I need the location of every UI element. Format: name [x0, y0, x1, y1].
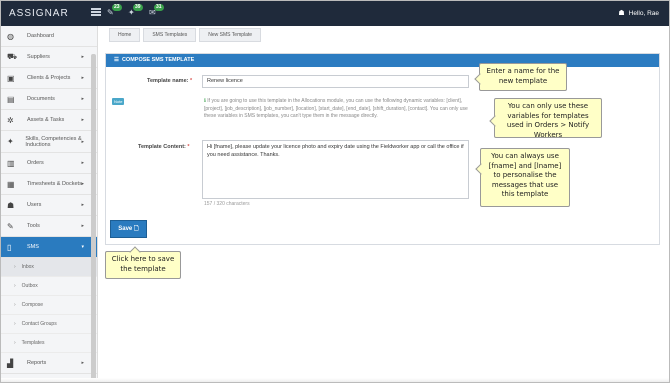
briefcase-icon: ▣ — [7, 73, 15, 83]
chevron-right-icon: ▸ — [81, 360, 84, 366]
callout-variables: You can only use these variables for tem… — [494, 98, 602, 139]
sidebar-item-label: Clients & Projects — [27, 75, 71, 81]
sidebar-item-skills-competencies-inductions[interactable]: ✦ Skills, Competencies & Inductions ▸ — [1, 131, 97, 153]
chevron-icon: ▸ — [81, 202, 84, 208]
wrench-icon: ✎ — [7, 221, 14, 231]
sidebar-item-orders[interactable]: ▥ Orders ▸ — [1, 153, 97, 174]
screen: ASSIGNAR ✎ 23 ✦ 39 ✉ 31 ☗ Hello, Rae ◍ Dashbo… — [0, 0, 670, 383]
sidebar: ◍ Dashboard ⛟ Suppliers ▸ ▣ Clients & Projects… — [1, 26, 98, 382]
truck-icon: ⛟ — [7, 52, 18, 61]
template-content-label: Template Content: * — [138, 144, 190, 150]
notification-badge: 23 — [112, 4, 122, 11]
breadcrumb-home[interactable]: Home — [109, 28, 141, 42]
sidebar-item-dashboard[interactable]: ◍ Dashboard — [1, 26, 97, 47]
chevron-icon: ▸ — [81, 223, 84, 229]
sidebar-subitem-compose[interactable]: Compose — [1, 296, 97, 315]
callout-template-name: Enter a name for the new template — [479, 63, 567, 91]
sidebar-item-label: Suppliers — [27, 54, 50, 60]
chevron-icon: ▸ — [81, 138, 84, 145]
window-bottom-edge — [1, 378, 669, 382]
user-greeting: Hello, Rae — [628, 10, 659, 17]
user-menu[interactable]: ☗ Hello, Rae — [618, 9, 659, 17]
variables-help-text: ℹ If you are going to use this template … — [204, 98, 468, 119]
sidebar-item-label: Orders — [27, 160, 44, 166]
sidebar-item-suppliers[interactable]: ⛟ Suppliers ▸ — [1, 47, 97, 68]
callout-save: Click here to save the template — [105, 251, 181, 279]
top-navbar: ASSIGNAR ✎ 23 ✦ 39 ✉ 31 ☗ Hello, Rae — [1, 1, 669, 26]
sidebar-item-documents[interactable]: ▤ Documents ▸ — [1, 89, 97, 110]
sidebar-scrollbar[interactable] — [91, 54, 96, 382]
sidebar-item-reports[interactable]: ▟ Reports ▸ — [1, 353, 97, 374]
callout-fname-lname: You can always use [fname] and [lname] t… — [480, 148, 570, 207]
orders-icon: ▥ — [7, 158, 15, 168]
panel-title: COMPOSE SMS TEMPLATE — [121, 57, 195, 63]
document-icon: ▤ — [7, 94, 15, 104]
chart-icon: ▟ — [7, 358, 14, 368]
list-icon: ☰ — [114, 57, 119, 63]
breadcrumb-new-sms-template: New SMS Template — [199, 28, 262, 42]
sidebar-item-label: Tools — [27, 223, 40, 229]
breadcrumb: Home SMS Templates New SMS Template — [109, 28, 264, 42]
chevron-icon: ▸ — [81, 160, 84, 166]
messages-badge: 31 — [154, 4, 164, 11]
chevron-icon: ▸ — [81, 96, 84, 102]
sidebar-item-label: Reports — [27, 360, 47, 366]
cogs-icon: ✲ — [7, 115, 14, 125]
sidebar-item-label: Assets & Tasks — [27, 117, 65, 123]
template-content-textarea[interactable]: Hi [fname], please update your licence p… — [202, 140, 469, 199]
character-counter: 157 / 320 characters — [204, 201, 250, 207]
sidebar-subitem-contact-groups[interactable]: Contact Groups — [1, 315, 97, 334]
sidebar-item-label: Skills, Competencies & Inductions — [25, 135, 82, 148]
chevron-icon: ▸ — [81, 75, 84, 81]
sidebar-item-tools[interactable]: ✎ Tools ▸ — [1, 216, 97, 237]
sidebar-item-clients-projects[interactable]: ▣ Clients & Projects ▸ — [1, 68, 97, 89]
certificate-icon: ✦ — [7, 137, 14, 146]
table-icon: ▦ — [7, 179, 15, 189]
chevron-icon: ▸ — [81, 181, 84, 187]
sidebar-item-label: SMS — [27, 244, 39, 250]
sidebar-item-timesheets-dockets[interactable]: ▦ Timesheets & Dockets ▸ — [1, 174, 97, 195]
messages-icon[interactable]: ✉ 31 — [149, 4, 164, 17]
sidebar-item-label: Documents — [27, 96, 55, 102]
note-badge: Note — [112, 98, 125, 105]
sidebar-subitem-templates[interactable]: Templates — [1, 334, 97, 353]
chevron-icon: ▸ — [81, 54, 84, 60]
notifications-icon[interactable]: ✎ 23 — [107, 4, 122, 17]
user-icon: ☗ — [618, 10, 625, 17]
menu-toggle-icon[interactable] — [91, 8, 101, 16]
sidebar-subitem-inbox[interactable]: Inbox — [1, 258, 97, 277]
mobile-icon: ▯ — [7, 242, 12, 252]
tasks-icon[interactable]: ✦ 39 — [128, 4, 143, 17]
chevron-icon: ▸ — [81, 117, 84, 123]
tasks-badge: 39 — [133, 4, 143, 11]
breadcrumb-sms-templates[interactable]: SMS Templates — [143, 28, 197, 42]
sidebar-item-label: Users — [27, 202, 42, 208]
chevron-icon: ▾ — [81, 244, 84, 250]
sidebar-item-label: Timesheets & Dockets — [27, 181, 82, 187]
sidebar-item-users[interactable]: ☗ Users ▸ — [1, 195, 97, 216]
sidebar-item-assets-tasks[interactable]: ✲ Assets & Tasks ▸ — [1, 110, 97, 131]
panel-header: ☰ COMPOSE SMS TEMPLATE — [106, 54, 659, 67]
app-logo[interactable]: ASSIGNAR — [9, 8, 69, 19]
save-button[interactable]: Save 🗋 — [110, 220, 147, 238]
dashboard-icon: ◍ — [7, 31, 14, 41]
template-name-label: Template name: * — [147, 78, 193, 84]
users-icon: ☗ — [7, 200, 15, 210]
sidebar-subitem-outbox[interactable]: Outbox — [1, 277, 97, 296]
template-name-input[interactable]: Renew licence — [202, 75, 469, 88]
sidebar-item-sms[interactable]: ▯ SMS ▾ — [1, 237, 97, 258]
sidebar-item-label: Dashboard — [27, 33, 54, 39]
